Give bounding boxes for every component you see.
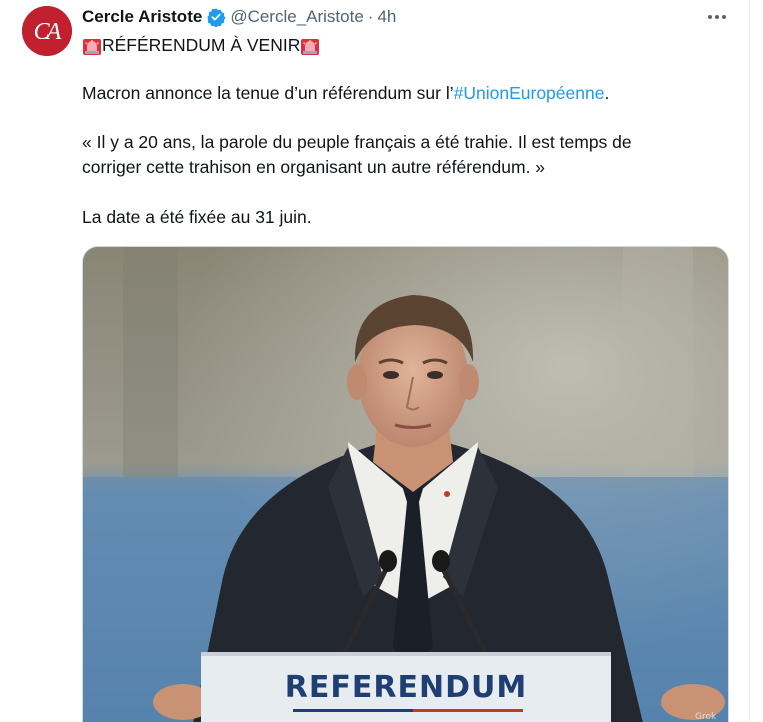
avatar[interactable]: CA	[22, 6, 72, 56]
photo-illustration: REFERENDUM Grok	[83, 247, 728, 722]
grok-watermark: Grok	[695, 712, 717, 722]
avatar-logo: CA	[22, 6, 72, 56]
tweet-headline: RÉFÉRENDUM À VENIR	[82, 33, 320, 58]
more-options-button[interactable]	[706, 6, 728, 28]
author-handle[interactable]: @Cercle_Aristote	[230, 7, 363, 27]
verified-badge-icon	[206, 7, 226, 28]
tweet-image[interactable]: REFERENDUM Grok	[82, 246, 729, 722]
avatar-initials: CA	[34, 19, 62, 45]
tweet-header: Cercle Aristote @Cercle_Aristote · 4h	[82, 6, 396, 28]
author-display-name[interactable]: Cercle Aristote	[82, 7, 202, 27]
hashtag-link[interactable]: #UnionEuropéenne	[454, 83, 605, 103]
separator-dot: ·	[367, 7, 374, 26]
rotating-light-icon	[300, 36, 320, 56]
body-prefix: Macron annonce la tenue d’un référendum …	[82, 83, 454, 103]
more-horizontal-icon	[708, 15, 712, 19]
headline-text: RÉFÉRENDUM À VENIR	[102, 35, 301, 55]
quote-line-1: « Il y a 20 ans, la parole du peuple fra…	[82, 132, 632, 152]
tweet-time[interactable]: 4h	[377, 7, 396, 27]
rotating-light-icon	[82, 36, 102, 56]
tweet: CA Cercle Aristote @Cercle_Aristote · 4h…	[0, 0, 750, 722]
quote-line-2: corriger cette trahison en organisant un…	[82, 157, 546, 177]
body-suffix: .	[604, 83, 610, 103]
date-line: La date a été fixée au 31 juin.	[82, 207, 312, 227]
tweet-body-line: Macron annonce la tenue d’un référendum …	[82, 81, 609, 106]
podium-sign-text: REFERENDUM	[285, 670, 527, 705]
